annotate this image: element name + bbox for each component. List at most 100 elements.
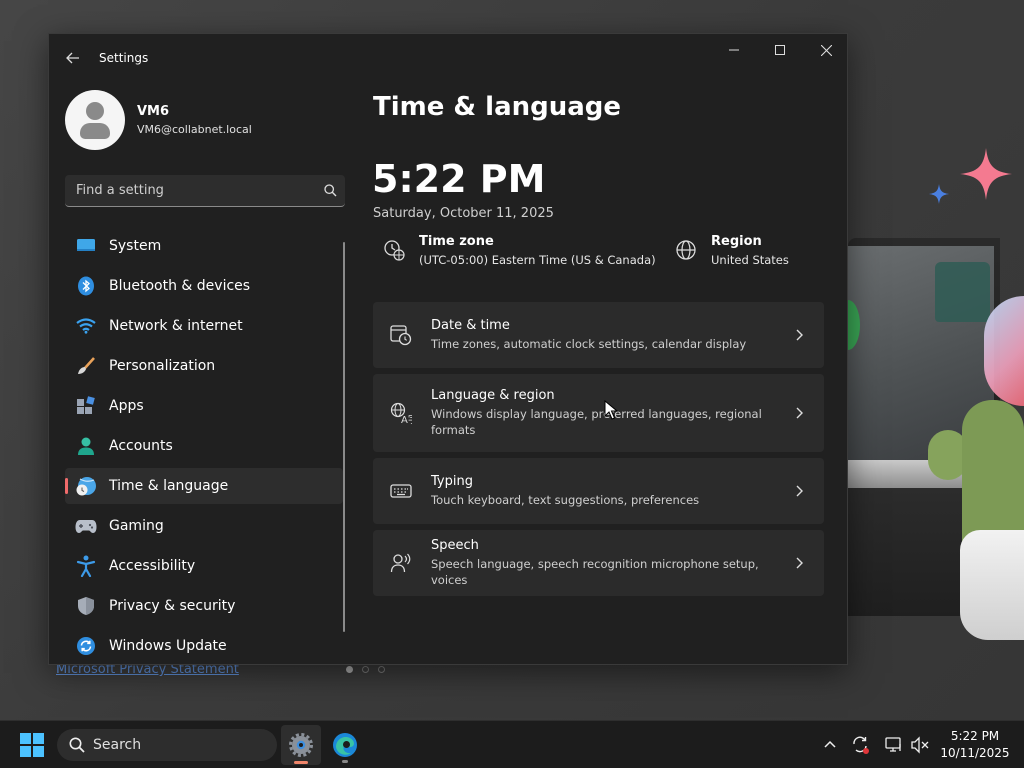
time-zone-title: Time zone xyxy=(419,234,494,249)
profile-text: VM6 VM6@collabnet.local xyxy=(137,104,252,136)
svg-text:A字: A字 xyxy=(401,413,412,424)
wifi-icon xyxy=(75,315,97,337)
sidebar-item-privacy[interactable]: Privacy & security xyxy=(65,588,343,624)
minimize-button[interactable] xyxy=(711,34,757,66)
arrow-left-icon xyxy=(66,52,79,64)
sidebar-item-label: Network & internet xyxy=(109,318,243,334)
settings-window: Settings VM6 VM6@collabnet.local Find a … xyxy=(48,33,848,665)
card-title: Speech xyxy=(431,538,479,553)
sidebar-item-time-language[interactable]: Time & language xyxy=(65,468,343,504)
profile-email: VM6@collabnet.local xyxy=(137,123,252,136)
wallpaper-cactus xyxy=(962,400,1024,550)
chevron-right-icon xyxy=(796,407,803,419)
apps-icon xyxy=(75,395,97,417)
sidebar-item-windows-update[interactable]: Windows Update xyxy=(65,628,343,664)
sidebar-item-apps[interactable]: Apps xyxy=(65,388,343,424)
maximize-button[interactable] xyxy=(757,34,803,66)
region-value: United States xyxy=(711,253,789,267)
tray-network-button[interactable] xyxy=(884,735,904,755)
sidebar-item-system[interactable]: System xyxy=(65,228,343,264)
wallpaper-mug xyxy=(935,262,990,322)
sparkle-small-icon xyxy=(929,184,949,204)
sidebar-item-label: Apps xyxy=(109,398,144,414)
taskbar-date: 10/11/2025 xyxy=(940,746,1010,760)
sidebar-item-accessibility[interactable]: Accessibility xyxy=(65,548,343,584)
time-zone-value: (UTC-05:00) Eastern Time (US & Canada) xyxy=(419,253,656,267)
shield-icon xyxy=(75,595,97,617)
taskbar-edge-app[interactable] xyxy=(325,725,365,765)
network-icon xyxy=(885,737,901,752)
search-icon[interactable] xyxy=(315,184,345,197)
sidebar-item-network[interactable]: Network & internet xyxy=(65,308,343,344)
app-title: Settings xyxy=(99,51,149,65)
slideshow-dot[interactable] xyxy=(362,666,369,673)
minimize-icon xyxy=(729,49,739,51)
sidebar-nav: System Bluetooth & devices Network & int… xyxy=(65,228,343,664)
system-icon xyxy=(75,235,97,257)
card-description: Time zones, automatic clock settings, ca… xyxy=(431,337,747,351)
edge-browser-icon xyxy=(333,733,357,757)
sidebar-item-accounts[interactable]: Accounts xyxy=(65,428,343,464)
windows-logo-icon xyxy=(20,733,44,757)
sidebar-scrollbar[interactable] xyxy=(343,242,345,632)
start-button[interactable] xyxy=(16,731,48,759)
time-zone-info: Time zone (UTC-05:00) Eastern Time (US &… xyxy=(383,234,656,267)
card-text: Typing Touch keyboard, text suggestions,… xyxy=(431,474,781,508)
close-icon xyxy=(820,44,832,56)
update-icon xyxy=(75,635,97,657)
sidebar-item-label: Time & language xyxy=(109,478,229,494)
globe-icon xyxy=(676,240,696,260)
sidebar-item-label: Bluetooth & devices xyxy=(109,278,251,294)
slideshow-dots xyxy=(346,666,385,673)
bluetooth-icon xyxy=(75,275,97,297)
back-button[interactable] xyxy=(61,46,85,70)
gamepad-icon xyxy=(75,515,97,537)
region-info: Region United States xyxy=(675,234,789,267)
tray-sync-button[interactable] xyxy=(851,735,871,755)
taskbar-settings-app[interactable] xyxy=(281,725,321,765)
slideshow-dot[interactable] xyxy=(378,666,385,673)
user-profile[interactable]: VM6 VM6@collabnet.local xyxy=(65,90,252,150)
card-title: Typing xyxy=(431,474,473,489)
taskbar-clock[interactable]: 5:22 PM 10/11/2025 xyxy=(940,729,1010,760)
volume-muted-icon xyxy=(911,736,929,754)
card-language-region[interactable]: A字 Language & region Windows display lan… xyxy=(373,374,824,452)
slideshow-dot[interactable] xyxy=(346,666,353,673)
card-title: Date & time xyxy=(431,318,510,333)
sidebar-item-label: Gaming xyxy=(109,518,164,534)
region-title: Region xyxy=(711,234,762,249)
calendar-clock-icon xyxy=(389,323,413,347)
language-icon: A字 xyxy=(389,401,413,425)
close-button[interactable] xyxy=(803,34,847,66)
sidebar-item-label: Privacy & security xyxy=(109,598,236,614)
avatar-body xyxy=(80,123,110,139)
taskbar-search[interactable]: Search xyxy=(57,729,277,761)
chevron-right-icon xyxy=(796,557,803,569)
sidebar-item-label: Accounts xyxy=(109,438,173,454)
find-setting-search xyxy=(65,175,345,207)
sidebar-item-bluetooth[interactable]: Bluetooth & devices xyxy=(65,268,343,304)
sidebar-item-label: Accessibility xyxy=(109,558,196,574)
find-setting-input[interactable] xyxy=(65,175,315,206)
current-time: 5:22 PM xyxy=(372,157,546,201)
time-language-icon xyxy=(75,475,97,497)
taskbar: Search 5:22 PM 10/11/2025 xyxy=(0,720,1024,768)
card-typing[interactable]: Typing Touch keyboard, text suggestions,… xyxy=(373,458,824,524)
sync-alert-icon xyxy=(853,736,869,754)
time-zone-icon xyxy=(384,240,405,261)
tray-volume-button[interactable] xyxy=(910,735,930,755)
mouse-cursor-icon xyxy=(604,400,618,420)
brush-icon xyxy=(75,355,97,377)
sidebar-item-gaming[interactable]: Gaming xyxy=(65,508,343,544)
title-bar[interactable]: Settings xyxy=(49,34,847,82)
time-zone-text: Time zone (UTC-05:00) Eastern Time (US &… xyxy=(419,234,656,267)
sidebar-item-personalization[interactable]: Personalization xyxy=(65,348,343,384)
card-description: Touch keyboard, text suggestions, prefer… xyxy=(431,493,700,507)
taskbar-time: 5:22 PM xyxy=(950,729,1000,743)
settings-cards: Date & time Time zones, automatic clock … xyxy=(373,302,824,602)
tray-overflow-button[interactable] xyxy=(820,735,840,755)
region-text: Region United States xyxy=(711,234,789,267)
card-date-time[interactable]: Date & time Time zones, automatic clock … xyxy=(373,302,824,368)
card-speech[interactable]: Speech Speech language, speech recogniti… xyxy=(373,530,824,596)
card-text: Date & time Time zones, automatic clock … xyxy=(431,318,781,352)
